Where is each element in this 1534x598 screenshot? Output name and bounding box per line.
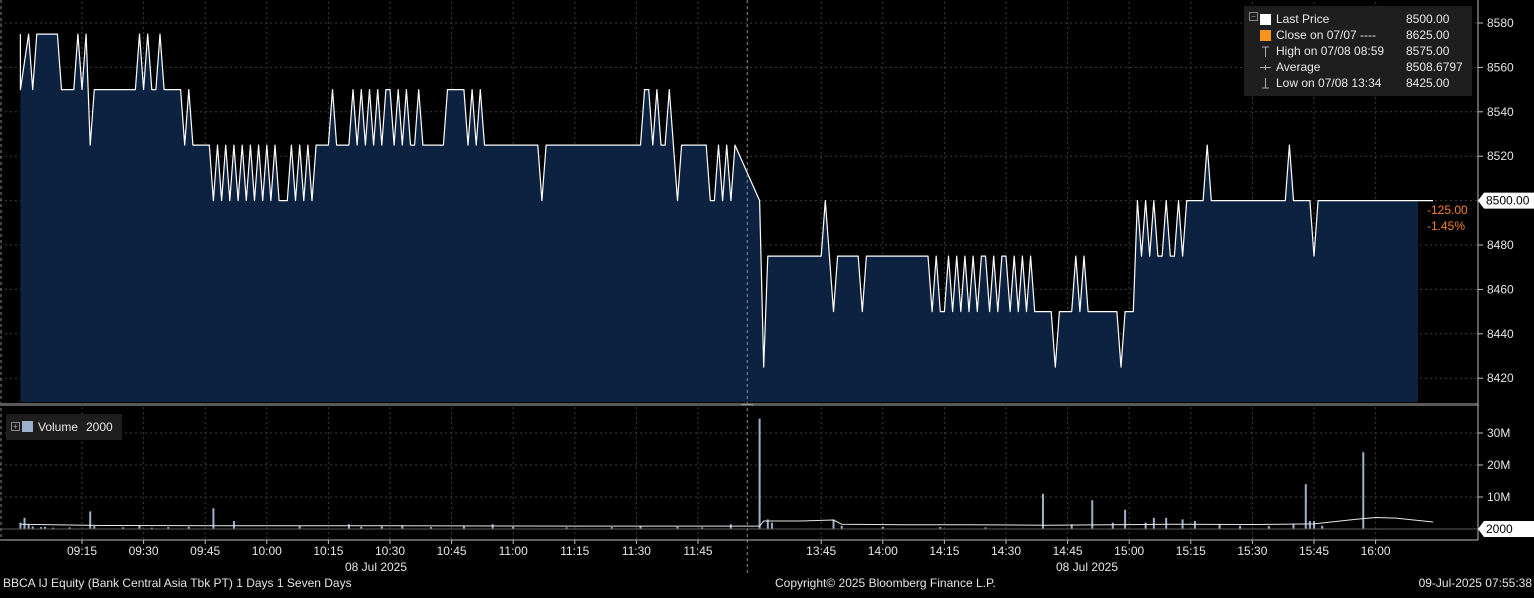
- footer-copyright: Copyright© 2025 Bloomberg Finance L.P.: [775, 576, 996, 590]
- volume-bar: [1313, 521, 1315, 529]
- x-axis-date-label: 08 Jul 2025: [345, 560, 407, 574]
- volume-bar: [1193, 521, 1196, 529]
- legend-value: 8500.00: [1406, 12, 1450, 26]
- volume-bar: [1165, 517, 1168, 529]
- footer-security-description: BBCA IJ Equity (Bank Central Asia Tbk PT…: [3, 576, 352, 590]
- volume-axis-tick-label: 30M: [1487, 426, 1510, 440]
- low-marker-icon: [1260, 78, 1271, 89]
- price-change-label: -125.00: [1427, 203, 1468, 217]
- high-marker-icon: [1260, 46, 1271, 57]
- x-axis-tick-label: 14:45: [1053, 544, 1083, 558]
- legend-row-close: Close on 07/07 ---- 8625.00: [1244, 27, 1472, 43]
- price-axis-tick-label: 8480: [1487, 238, 1514, 252]
- price-axis-tick-label: 8440: [1487, 327, 1514, 341]
- footer-timestamp: 09-Jul-2025 07:55:38: [1418, 576, 1532, 590]
- legend-row-high: High on 07/08 08:59 8575.00: [1244, 43, 1472, 59]
- legend-row-last-price: Last Price 8500.00: [1244, 11, 1472, 27]
- price-axis-tick-label: 8420: [1487, 371, 1514, 385]
- volume-bar: [1304, 484, 1307, 529]
- price-change-pct-label: -1.45%: [1427, 219, 1465, 233]
- volume-bar: [27, 524, 30, 529]
- volume-legend-value: 2000: [86, 420, 113, 434]
- legend-label: Low on 07/08 13:34: [1276, 76, 1382, 90]
- legend-label: Close on 07/07 ----: [1276, 28, 1377, 42]
- x-axis-tick-label: 09:30: [129, 544, 159, 558]
- legend-value: 8508.6797: [1406, 60, 1463, 74]
- last-price-marker-label: 8500.00: [1486, 194, 1530, 208]
- volume-bar: [1308, 521, 1311, 529]
- x-axis-tick-label: 15:00: [1114, 544, 1144, 558]
- volume-bar: [491, 524, 494, 529]
- volume-legend: + Volume 2000: [6, 414, 122, 440]
- legend-value: 8625.00: [1406, 28, 1450, 42]
- x-axis-tick-label: 11:00: [499, 544, 528, 558]
- panel-divider: [0, 403, 1478, 406]
- x-axis-date-label: 08 Jul 2025: [1056, 560, 1118, 574]
- volume-bar: [758, 418, 761, 529]
- volume-bar: [23, 517, 26, 529]
- x-axis-tick-label: 11:45: [683, 544, 712, 558]
- volume-bar: [347, 524, 350, 529]
- volume-swatch-icon: [22, 421, 33, 432]
- x-axis-tick-label: 15:45: [1299, 544, 1329, 558]
- x-axis-tick-label: 14:00: [868, 544, 898, 558]
- x-axis-tick-label: 11:30: [622, 544, 651, 558]
- price-axis-tick-label: 8460: [1487, 282, 1514, 296]
- x-axis-tick-label: 15:30: [1237, 544, 1267, 558]
- volume-legend-collapse-icon[interactable]: +: [11, 422, 20, 431]
- price-axis-tick-label: 8540: [1487, 105, 1514, 119]
- legend-value: 8425.00: [1406, 76, 1450, 90]
- square-white-icon: [1260, 14, 1271, 25]
- volume-bar: [1144, 522, 1147, 529]
- volume-last-marker-label: 2000: [1486, 522, 1513, 536]
- volume-bar: [1041, 493, 1044, 529]
- x-axis-tick-label: 15:15: [1176, 544, 1206, 558]
- x-axis-tick-label: 10:00: [252, 544, 282, 558]
- x-axis-tick-label: 10:30: [375, 544, 405, 558]
- volume-bar: [1292, 524, 1295, 529]
- legend-value: 8575.00: [1406, 44, 1450, 58]
- volume-axis-tick-label: 20M: [1487, 458, 1510, 472]
- volume-bar: [19, 522, 22, 529]
- legend-label: Average: [1276, 60, 1321, 74]
- x-axis-tick-label: 09:45: [190, 544, 220, 558]
- x-axis-tick-label: 10:15: [313, 544, 343, 558]
- volume-bar: [1111, 522, 1114, 529]
- volume-legend-label: Volume: [38, 420, 79, 434]
- volume-bar: [1124, 509, 1127, 529]
- price-axis-tick-label: 8580: [1487, 16, 1514, 30]
- volume-bar: [770, 522, 773, 529]
- volume-bar: [1218, 524, 1221, 529]
- volume-bar: [89, 511, 92, 529]
- volume-bar: [1152, 517, 1155, 529]
- x-axis-tick-label: 14:30: [991, 544, 1021, 558]
- x-axis-tick-label: 16:00: [1361, 544, 1391, 558]
- x-axis-tick-label: 13:45: [806, 544, 836, 558]
- x-axis-tick-label: 09:15: [67, 544, 97, 558]
- square-orange-icon: [1260, 30, 1271, 41]
- x-axis-tick-label: 14:15: [929, 544, 959, 558]
- legend-row-average: Average 8508.6797: [1244, 59, 1472, 75]
- legend-label: High on 07/08 08:59: [1276, 44, 1385, 58]
- legend-label: Last Price: [1276, 12, 1330, 26]
- x-axis-tick-label: 11:15: [560, 544, 589, 558]
- price-axis-tick-label: 8560: [1487, 60, 1514, 74]
- legend-row-low: Low on 07/08 13:34 8425.00: [1244, 75, 1472, 91]
- price-axis-tick-label: 8520: [1487, 149, 1514, 163]
- average-marker-icon: [1260, 62, 1271, 73]
- x-axis-tick-label: 10:45: [437, 544, 467, 558]
- volume-axis-tick-label: 10M: [1487, 490, 1510, 504]
- chart-area: 8420844084608480850085208540856085808500…: [0, 0, 1534, 593]
- volume-bar: [1362, 452, 1365, 529]
- price-legend: − Last Price 8500.00 Close on 07/07 ----…: [1244, 6, 1472, 96]
- volume-bar: [232, 521, 235, 529]
